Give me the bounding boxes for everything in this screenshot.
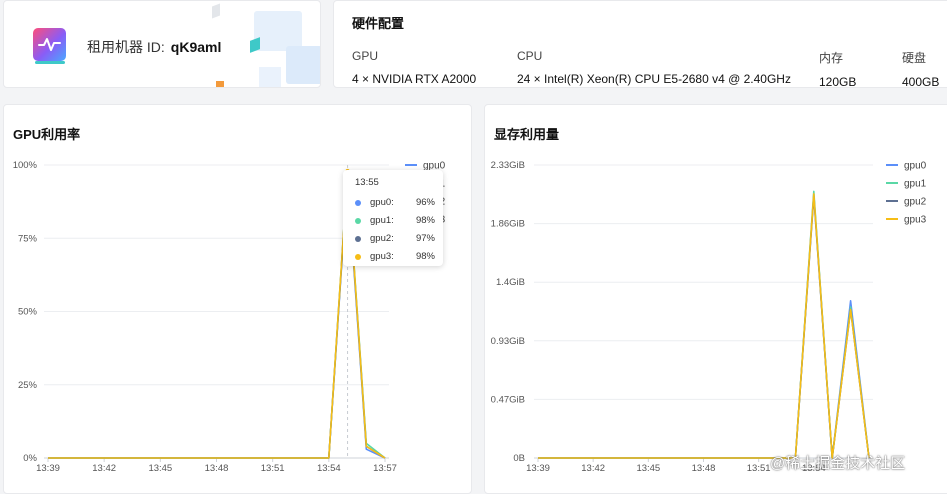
tooltip-row: gpu1: 98% [355,215,435,227]
legend-label-gpu3: gpu3 [904,215,927,226]
tooltip-row: gpu3: 98% [355,251,435,263]
hardware-memory: 内存 120GB [819,49,857,88]
tooltip-series-name: gpu2: [370,233,394,244]
series-line-gpu0 [48,175,386,459]
y-tick-label: 2.33GiB [491,160,525,171]
y-tick-label: 1.86GiB [491,219,525,230]
decoration-shape [212,3,220,19]
y-tick-label: 0.47GiB [491,394,525,405]
watermark: @稀土掘金技术社区 [770,455,906,472]
y-tick-label: 100% [13,160,38,171]
gpu-utilization-chart[interactable]: 0%25%50%75%100%13:39 13:42 13:45 13:48 13:51… [4,105,472,494]
hardware-config-title: 硬件配置 [352,16,405,31]
x-tick-label: 13:39 [526,463,550,474]
series-dot-icon [355,218,361,224]
decoration-shape [259,67,281,87]
hardware-config-card: 硬件配置 GPU 4 × NVIDIA RTX A2000 CPU 24 × I… [333,0,947,88]
tooltip-series-value: 97% [415,233,435,244]
y-tick-label: 50% [18,307,38,318]
tooltip-series-name: gpu3: [370,251,394,262]
decoration-shape [286,46,320,84]
hardware-gpu: GPU 4 × NVIDIA RTX A2000 [352,49,476,86]
hardware-key: CPU [517,49,543,63]
y-tick-label: 1.4GiB [496,277,525,288]
tooltip-time: 13:55 [355,177,379,188]
tooltip-row: gpu0: 96% [355,197,435,209]
x-tick-label: 13:48 [692,463,716,474]
tooltip-series-value: 98% [415,215,435,226]
machine-card: 租用机器 ID: qK9aml [3,0,321,88]
hardware-key: 硬盘 [902,51,927,65]
y-tick-label: 0.93GiB [491,336,525,347]
tooltip-row: gpu2: 97% [355,233,435,245]
x-tick-label: 13:45 [636,463,660,474]
series-line-gpu3 [48,170,386,459]
machine-id-label: 租用机器 ID: qK9aml [87,37,221,57]
x-tick-label: 13:48 [205,463,229,474]
x-tick-label: 13:57 [373,463,397,474]
x-tick-label: 13:42 [581,463,605,474]
series-line-gpu2 [538,195,870,459]
monitor-logo-icon [33,28,66,61]
series-dot-icon [355,200,361,206]
hardware-value: 4 × NVIDIA RTX A2000 [352,72,477,86]
hardware-key: 内存 [819,51,844,65]
gpu-utilization-card: GPU利用率 0% 25% 50% 75% 100% 13:39 13:42 13:45 13:… [3,104,472,494]
series-dot-icon [355,254,361,260]
memory-usage-chart[interactable]: 0B 0.47GiB 0.93GiB 1.4GiB 1.86GiB 2.33GiB 13:3… [485,105,947,494]
decoration-shape [216,81,224,87]
y-tick-label: 25% [18,380,38,391]
series-line-gpu0 [538,193,870,459]
x-tick-label: 13:51 [261,463,285,474]
decoration-shape [254,11,302,51]
tooltip-series-value: 96% [415,197,435,208]
series-line-gpu1 [538,190,870,459]
hardware-value: 24 × Intel(R) Xeon(R) CPU E5-2680 v4 @ 2… [517,72,791,86]
legend-label-gpu0: gpu0 [904,161,927,172]
x-tick-label: 13:51 [747,463,771,474]
tooltip-series-name: gpu0: [370,197,394,208]
hardware-key: GPU [352,49,379,63]
x-tick-label: 13:42 [92,463,116,474]
hardware-disk: 硬盘 400GB [902,49,940,88]
x-tick-label: 13:54 [317,463,341,474]
machine-id-caption: 租用机器 ID: [87,39,165,55]
series-line-gpu1 [48,170,386,459]
series-line-gpu3 [538,193,870,459]
x-tick-label: 13:45 [148,463,172,474]
legend-label-gpu1: gpu1 [904,179,927,190]
tooltip-series-name: gpu1: [370,215,394,226]
series-dot-icon [355,236,361,242]
machine-id-value[interactable]: qK9aml [171,39,222,55]
chart-tooltip: 13:55 gpu0: 96% gpu1: 98% gpu2: 97% gpu3… [343,170,443,266]
hardware-cpu: CPU 24 × Intel(R) Xeon(R) CPU E5-2680 v4… [517,49,791,86]
hardware-value: 120GB [819,75,857,88]
tooltip-series-value: 98% [415,251,435,262]
logo-underline [35,61,65,64]
y-tick-label: 75% [18,233,38,244]
memory-usage-card: 显存利用量 0B 0.47GiB 0.93GiB 1.4GiB 1.86GiB 2.33G… [484,104,947,494]
series-line-gpu2 [48,173,386,459]
x-tick-label: 13:39 [36,463,60,474]
y-tick-label: 0B [513,453,525,464]
hardware-value: 400GB [902,75,940,88]
legend-label-gpu2: gpu2 [904,197,927,208]
